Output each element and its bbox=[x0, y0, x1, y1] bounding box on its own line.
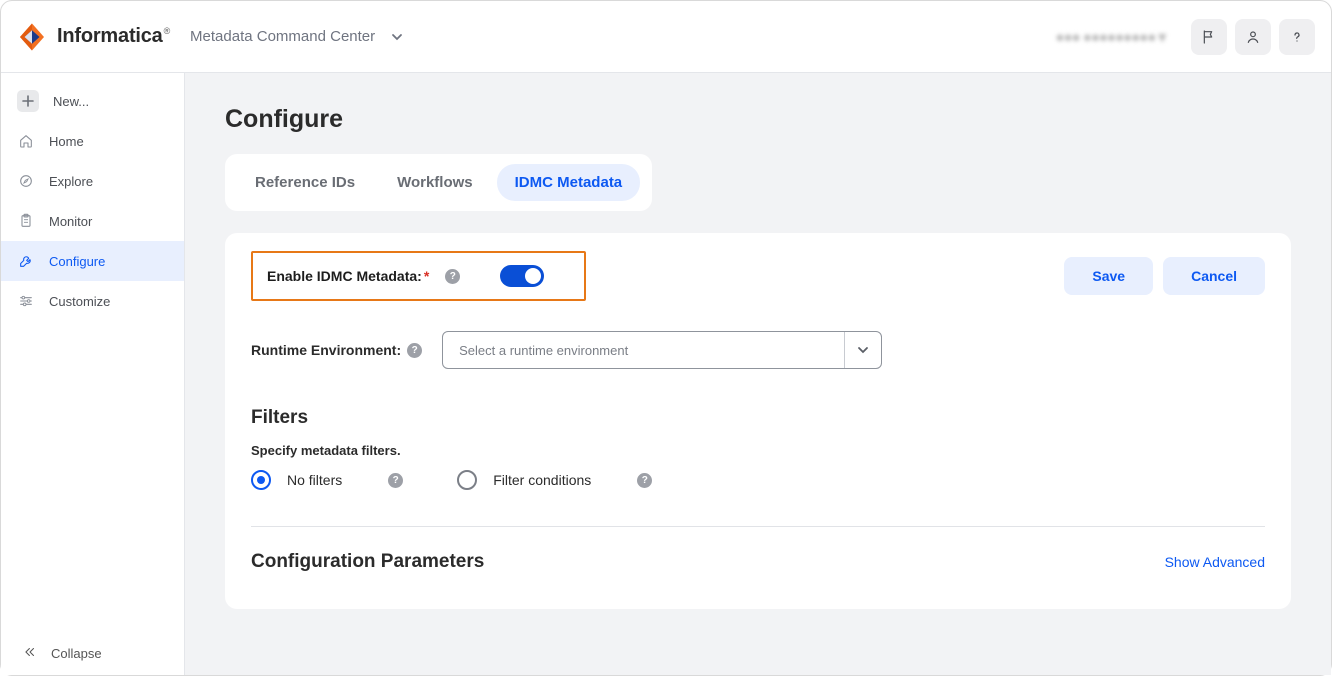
user-menu-button[interactable] bbox=[1235, 19, 1271, 55]
sidebar-item-home[interactable]: Home bbox=[1, 121, 184, 161]
sidebar-item-monitor[interactable]: Monitor bbox=[1, 201, 184, 241]
sidebar-item-label: Customize bbox=[49, 294, 110, 309]
show-advanced-link[interactable]: Show Advanced bbox=[1165, 554, 1265, 570]
filters-heading: Filters bbox=[251, 407, 1265, 429]
radio-no-filters[interactable] bbox=[251, 470, 271, 490]
tab-idmc-metadata[interactable]: IDMC Metadata bbox=[497, 164, 641, 201]
tab-reference-ids[interactable]: Reference IDs bbox=[237, 164, 373, 201]
help-icon[interactable]: ? bbox=[445, 269, 460, 284]
sidebar-item-label: Home bbox=[49, 134, 84, 149]
enable-idmc-highlight: Enable IDMC Metadata:* ? bbox=[251, 251, 586, 301]
person-icon bbox=[1245, 29, 1261, 45]
filter-radio-group: No filters ? Filter conditions ? bbox=[251, 470, 1265, 490]
chevrons-left-icon bbox=[23, 645, 37, 662]
chevron-down-icon bbox=[391, 31, 403, 43]
enable-idmc-toggle[interactable] bbox=[500, 265, 544, 287]
settings-panel: Enable IDMC Metadata:* ? Save Cancel Run… bbox=[225, 233, 1291, 609]
help-icon[interactable]: ? bbox=[407, 343, 422, 358]
sidebar-item-label: Monitor bbox=[49, 214, 92, 229]
sidebar-item-customize[interactable]: Customize bbox=[1, 281, 184, 321]
sidebar-item-label: Configure bbox=[49, 254, 105, 269]
cancel-button[interactable]: Cancel bbox=[1163, 257, 1265, 295]
radio-no-filters-label: No filters bbox=[287, 472, 342, 488]
plus-icon bbox=[17, 90, 39, 112]
collapse-label: Collapse bbox=[51, 646, 102, 661]
enable-idmc-label: Enable IDMC Metadata:* bbox=[267, 268, 431, 284]
tab-workflows[interactable]: Workflows bbox=[379, 164, 491, 201]
brand-block: Informatica® Metadata Command Center bbox=[17, 22, 403, 52]
app-name: Metadata Command Center bbox=[190, 28, 375, 45]
main-content: Configure Reference IDs Workflows IDMC M… bbox=[185, 73, 1331, 675]
runtime-env-placeholder: Select a runtime environment bbox=[443, 332, 845, 368]
brand-name: Informatica® bbox=[57, 25, 170, 48]
user-name[interactable]: ●●● ●●●●●●●●● ▾ bbox=[1055, 28, 1165, 46]
notifications-button[interactable] bbox=[1191, 19, 1227, 55]
runtime-env-label: Runtime Environment: ? bbox=[251, 342, 422, 358]
sidebar-item-label: Explore bbox=[49, 174, 93, 189]
sidebar-item-label: New... bbox=[53, 94, 89, 109]
sidebar-collapse[interactable]: Collapse bbox=[1, 631, 184, 675]
radio-filter-conditions[interactable] bbox=[457, 470, 477, 490]
runtime-env-select[interactable]: Select a runtime environment bbox=[442, 331, 882, 369]
sidebar-item-configure[interactable]: Configure bbox=[1, 241, 184, 281]
config-params-heading: Configuration Parameters bbox=[251, 551, 484, 573]
wrench-icon bbox=[17, 252, 35, 270]
help-button[interactable] bbox=[1279, 19, 1315, 55]
flag-icon bbox=[1201, 29, 1217, 45]
divider bbox=[251, 526, 1265, 527]
save-button[interactable]: Save bbox=[1064, 257, 1153, 295]
chevron-down-icon bbox=[845, 344, 881, 356]
compass-icon bbox=[17, 172, 35, 190]
page-title: Configure bbox=[225, 105, 1291, 134]
app-switcher[interactable] bbox=[391, 31, 403, 43]
help-icon[interactable]: ? bbox=[388, 473, 403, 488]
sidebar: New... Home Explore Monitor Configure Cu… bbox=[1, 73, 185, 675]
tab-bar: Reference IDs Workflows IDMC Metadata bbox=[225, 154, 652, 211]
sliders-icon bbox=[17, 292, 35, 310]
filters-subheading: Specify metadata filters. bbox=[251, 443, 1265, 458]
sidebar-item-explore[interactable]: Explore bbox=[1, 161, 184, 201]
app-header: Informatica® Metadata Command Center ●●●… bbox=[1, 1, 1331, 73]
clipboard-icon bbox=[17, 212, 35, 230]
question-icon bbox=[1289, 29, 1305, 45]
home-icon bbox=[17, 132, 35, 150]
radio-filter-conditions-label: Filter conditions bbox=[493, 472, 591, 488]
sidebar-item-new[interactable]: New... bbox=[1, 81, 184, 121]
help-icon[interactable]: ? bbox=[637, 473, 652, 488]
informatica-logo-icon bbox=[17, 22, 47, 52]
